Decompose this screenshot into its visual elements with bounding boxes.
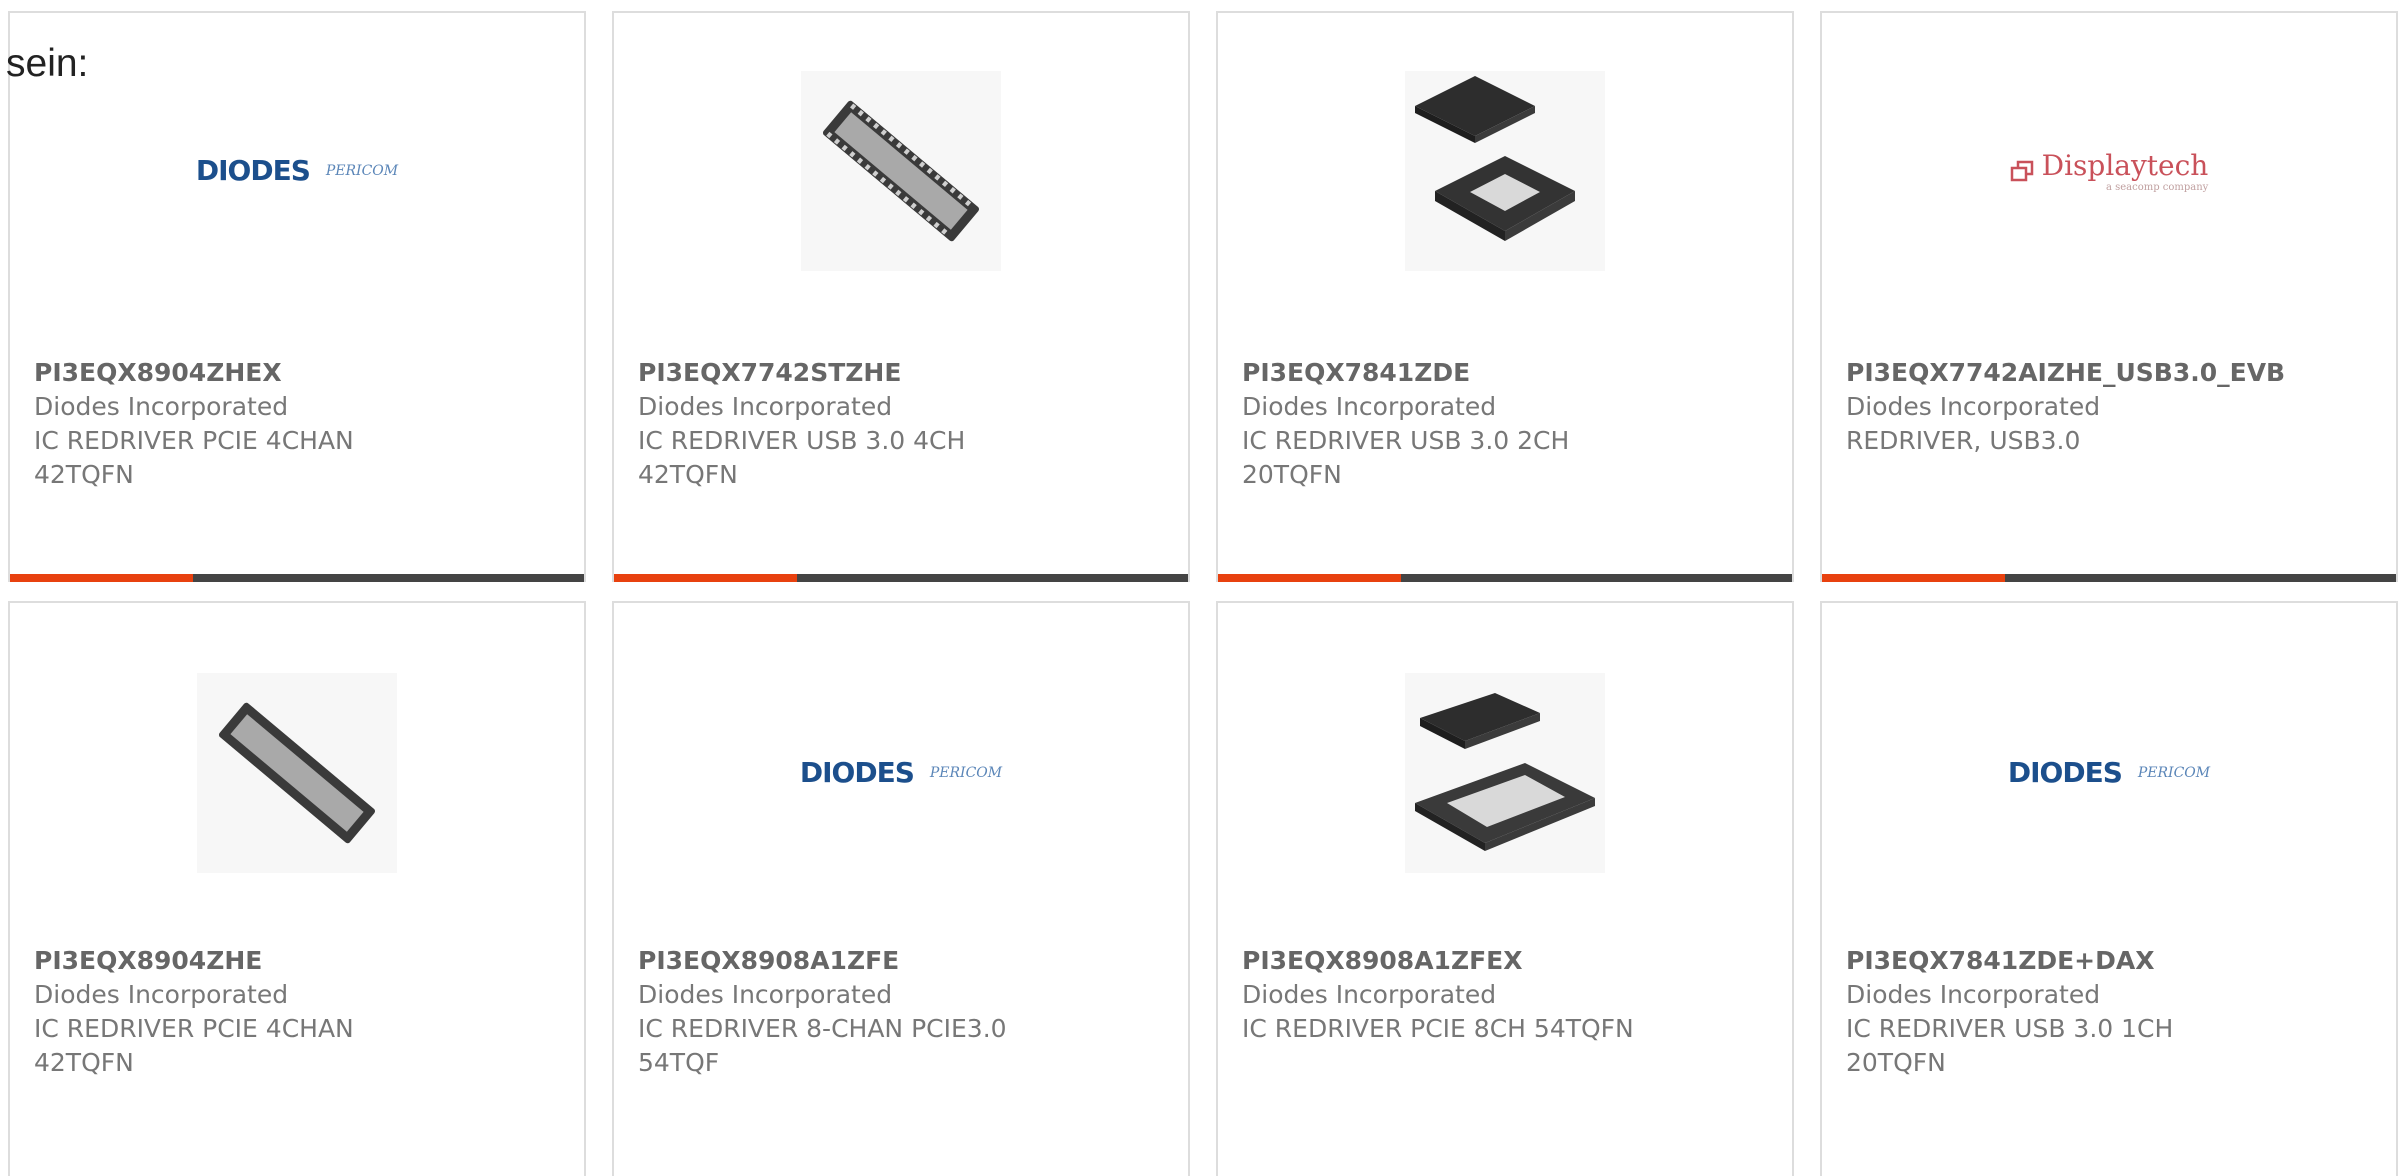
manufacturer: Diodes Incorporated: [1242, 980, 1497, 1009]
product-image: [1218, 68, 1792, 273]
diodes-pericom-logo: DIODES PERICOM: [195, 154, 399, 187]
product-card[interactable]: DIODES PERICOM PI3EQX8904ZHEX Diodes Inco…: [8, 11, 586, 582]
product-image: DIODES PERICOM: [10, 68, 584, 273]
description: IC REDRIVER 8-CHAN PCIE3.0 54TQF: [638, 1014, 1007, 1077]
product-image: DIODES PERICOM: [614, 670, 1188, 875]
manufacturer: Diodes Incorporated: [1242, 392, 1497, 421]
description: IC REDRIVER USB 3.0 2CH 20TQFN: [1242, 426, 1570, 489]
product-card[interactable]: PI3EQX7841ZDE Diodes Incorporated IC RED…: [1216, 11, 1794, 582]
description: IC REDRIVER USB 3.0 4CH 42TQFN: [638, 426, 966, 489]
intro-text: sein:: [6, 42, 89, 85]
card-footer-bar: [614, 574, 1188, 582]
displaytech-mark-icon: [2010, 160, 2033, 181]
product-image: DIODES PERICOM: [1822, 670, 2396, 875]
chip-tqfn-42-icon: [197, 672, 397, 873]
product-card[interactable]: DIODES PERICOM PI3EQX7841ZDE+DAX Diodes I…: [1820, 601, 2398, 1176]
manufacturer: Diodes Incorporated: [638, 980, 893, 1009]
part-number: PI3EQX7742STZHE: [638, 358, 902, 387]
product-card[interactable]: PI3EQX7742STZHE Diodes Incorporated IC R…: [612, 11, 1190, 582]
description: IC REDRIVER PCIE 8CH 54TQFN: [1242, 1014, 1634, 1043]
chip-tqfn-42-icon: [801, 70, 1001, 271]
description: IC REDRIVER PCIE 4CHAN 42TQFN: [34, 1014, 354, 1077]
description: IC REDRIVER PCIE 4CHAN 42TQFN: [34, 426, 354, 489]
product-card[interactable]: PI3EQX8904ZHE Diodes Incorporated IC RED…: [8, 601, 586, 1176]
part-number: PI3EQX7742AIZHE_USB3.0_EVB: [1846, 358, 2286, 387]
manufacturer: Diodes Incorporated: [34, 980, 289, 1009]
chip-tqfn-20-icon: [1405, 70, 1605, 271]
product-image: [614, 68, 1188, 273]
product-card[interactable]: PI3EQX8908A1ZFEX Diodes Incorporated IC …: [1216, 601, 1794, 1176]
displaytech-logo: Displaytech a seacomp company: [2010, 149, 2208, 193]
manufacturer: Diodes Incorporated: [34, 392, 289, 421]
diodes-pericom-logo: DIODES PERICOM: [2007, 756, 2211, 789]
chip-tqfn-54-icon: [1405, 672, 1605, 873]
part-number: PI3EQX7841ZDE+DAX: [1846, 946, 2155, 975]
product-image: Displaytech a seacomp company: [1822, 68, 2396, 273]
manufacturer: Diodes Incorporated: [638, 392, 893, 421]
description: REDRIVER, USB3.0: [1846, 426, 2081, 455]
description: IC REDRIVER USB 3.0 1CH 20TQFN: [1846, 1014, 2174, 1077]
part-number: PI3EQX7841ZDE: [1242, 358, 1471, 387]
part-number: PI3EQX8904ZHEX: [34, 358, 282, 387]
product-card[interactable]: Displaytech a seacomp company PI3EQX7742A…: [1820, 11, 2398, 582]
diodes-pericom-logo: DIODES PERICOM: [799, 756, 1003, 789]
manufacturer: Diodes Incorporated: [1846, 392, 2101, 421]
part-number: PI3EQX8908A1ZFE: [638, 946, 900, 975]
card-footer-bar: [1218, 574, 1792, 582]
manufacturer: Diodes Incorporated: [1846, 980, 2101, 1009]
product-card[interactable]: DIODES PERICOM PI3EQX8908A1ZFE Diodes Inc…: [612, 601, 1190, 1176]
product-image: [1218, 670, 1792, 875]
product-image: [10, 670, 584, 875]
part-number: PI3EQX8908A1ZFEX: [1242, 946, 1523, 975]
card-footer-bar: [10, 574, 584, 582]
part-number: PI3EQX8904ZHE: [34, 946, 263, 975]
card-footer-bar: [1822, 574, 2396, 582]
